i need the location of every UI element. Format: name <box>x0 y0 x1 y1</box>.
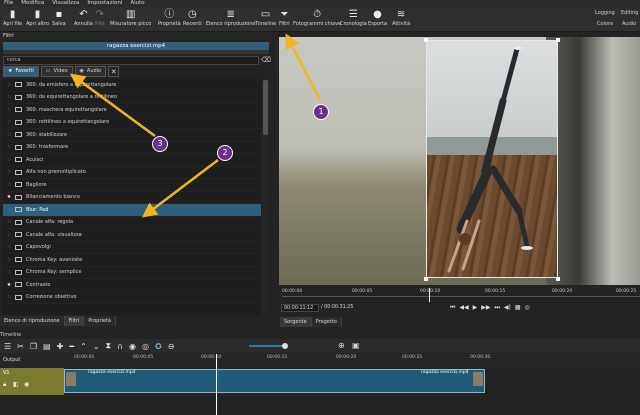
annotation-arrows <box>69 33 322 218</box>
arrow-3 <box>69 73 156 138</box>
annotation-badge: 1 <box>313 104 329 120</box>
annotation-badge: 2 <box>217 145 233 161</box>
arrow-2 <box>142 159 219 218</box>
arrow-1 <box>285 33 322 101</box>
annotation-badge: 3 <box>152 136 168 152</box>
